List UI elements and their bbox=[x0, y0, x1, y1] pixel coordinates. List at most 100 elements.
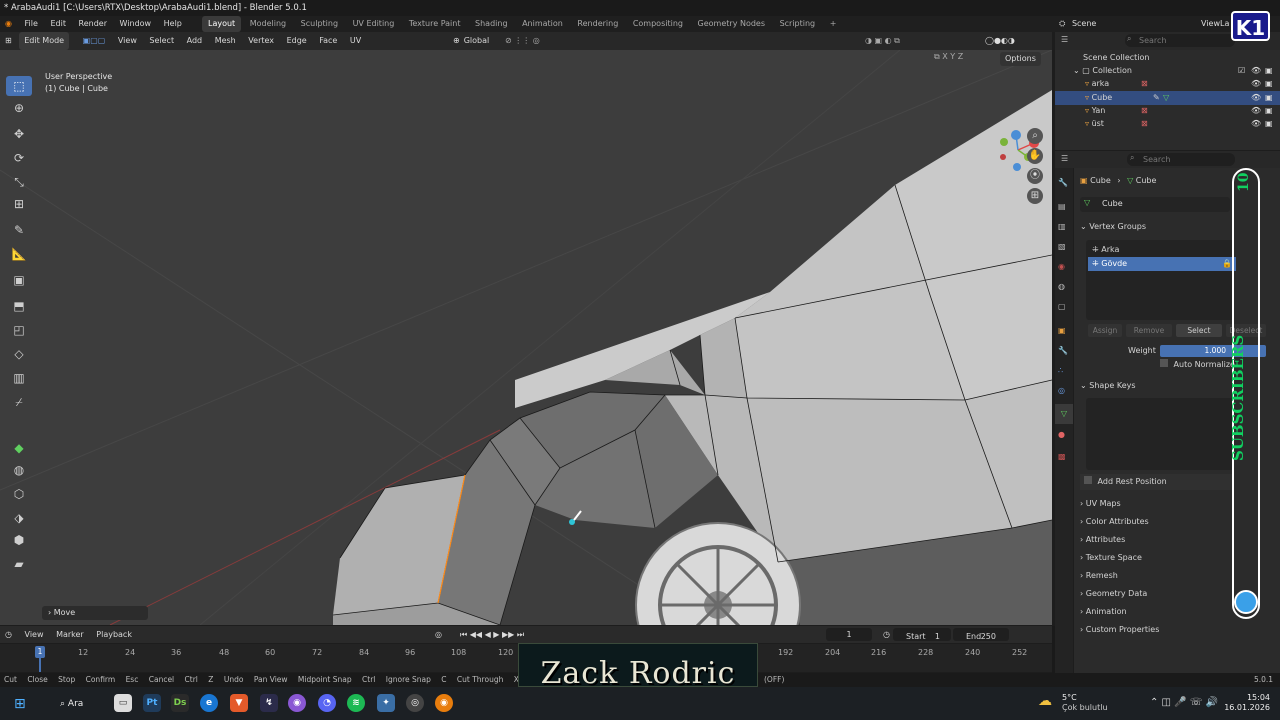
camera-render-icon[interactable]: ▣ bbox=[1265, 77, 1273, 91]
tab-layout[interactable]: Layout bbox=[201, 16, 242, 32]
view-layer-tab-icon[interactable]: ▧ bbox=[1058, 242, 1066, 251]
menu-mesh[interactable]: Mesh bbox=[210, 32, 241, 50]
transform-orientation[interactable]: ⊕ Global bbox=[446, 32, 496, 50]
shading-mode-icons[interactable]: ◯●◐◑ bbox=[980, 32, 1020, 50]
mode-selector[interactable]: Edit Mode bbox=[19, 32, 70, 50]
checkbox-icon[interactable]: ☑ bbox=[1238, 64, 1245, 78]
object-tab-icon[interactable]: ▣ bbox=[1058, 326, 1066, 335]
knife-icon[interactable]: ⌿ bbox=[6, 392, 32, 412]
physics-tab-icon[interactable]: ◎ bbox=[1058, 386, 1065, 395]
add-cube-icon[interactable]: ▣ bbox=[6, 270, 32, 290]
taskbar-search[interactable]: ⌕ Ara bbox=[60, 696, 83, 712]
panel-remesh[interactable]: › Remesh bbox=[1080, 568, 1118, 584]
select-button[interactable]: Select bbox=[1176, 324, 1222, 337]
axis-z[interactable]: Z bbox=[958, 52, 963, 61]
panel-attributes[interactable]: › Attributes bbox=[1080, 532, 1125, 548]
operator-panel[interactable]: › Move bbox=[42, 606, 148, 620]
ds-app-icon[interactable]: Ds bbox=[171, 694, 189, 712]
inset-icon[interactable]: ◰ bbox=[6, 320, 32, 340]
camera-render-icon[interactable]: ▣ bbox=[1265, 104, 1273, 118]
editor-type-icon[interactable]: ⊞ bbox=[0, 32, 17, 50]
eye-icon[interactable]: 👁 bbox=[1251, 64, 1261, 78]
panel-animation[interactable]: › Animation bbox=[1080, 604, 1127, 620]
pan-hand-icon[interactable]: ✋ bbox=[1027, 148, 1043, 164]
poly-build-icon[interactable]: ◆ bbox=[6, 438, 32, 458]
shear-icon[interactable]: ▰ bbox=[6, 554, 32, 574]
texture-tab-icon[interactable]: ▩ bbox=[1058, 452, 1066, 461]
particles-tab-icon[interactable]: ∴ bbox=[1058, 366, 1063, 375]
photoshop-icon[interactable]: Pt bbox=[143, 694, 161, 712]
vertex-group-item[interactable]: ⁜ Arka bbox=[1088, 243, 1234, 257]
tab-modeling[interactable]: Modeling bbox=[244, 16, 292, 32]
camera-render-icon[interactable]: ▣ bbox=[1265, 117, 1273, 131]
outliner-item-ust[interactable]: ▿ üst ⊠ 👁 ▣ bbox=[1085, 117, 1280, 131]
vertex-groups-header[interactable]: ⌄ Vertex Groups bbox=[1080, 219, 1146, 235]
eye-icon[interactable]: 👁 bbox=[1251, 77, 1261, 91]
mesh-data-tab-icon[interactable]: ▽ bbox=[1055, 404, 1073, 424]
clock-time[interactable]: 15:04 bbox=[1230, 693, 1270, 702]
add-workspace-button[interactable]: + bbox=[824, 16, 843, 32]
shape-keys-header[interactable]: ⌄ Shape Keys bbox=[1080, 378, 1136, 394]
collection-tab-icon[interactable]: ▢ bbox=[1058, 302, 1066, 311]
outliner-item-yan[interactable]: ▿ Yan ⊠ 👁 ▣ bbox=[1085, 104, 1280, 118]
collection-row[interactable]: ⌄ ▢ Collection ☑ 👁 ▣ bbox=[1073, 64, 1280, 78]
timeline-menu-marker[interactable]: Marker bbox=[51, 626, 89, 643]
weather-temp[interactable]: 5°C bbox=[1062, 693, 1077, 702]
axis-y[interactable]: Y bbox=[950, 52, 955, 61]
outliner-type-icon[interactable]: ☰ bbox=[1061, 35, 1068, 44]
camera-icon[interactable]: ⦿ bbox=[1027, 168, 1043, 184]
end-frame-field[interactable]: End 250 bbox=[953, 628, 1009, 641]
timeline-menu-playback[interactable]: Playback bbox=[91, 626, 137, 643]
snap-icon[interactable]: ⊘ ⋮⋮ ◎ bbox=[500, 32, 545, 50]
menu-help[interactable]: Help bbox=[159, 16, 187, 32]
mesh-canvas[interactable] bbox=[0, 50, 1052, 625]
menu-add[interactable]: Add bbox=[182, 32, 208, 50]
zoom-icon[interactable]: ⌕ bbox=[1027, 128, 1043, 144]
eye-icon[interactable]: 👁 bbox=[1251, 117, 1261, 131]
measure-icon[interactable]: 📐 bbox=[6, 244, 32, 264]
tab-texture-paint[interactable]: Texture Paint bbox=[403, 16, 467, 32]
blender-taskbar-icon[interactable]: ◉ bbox=[435, 694, 453, 712]
windows-start-icon[interactable]: ⊞ bbox=[14, 696, 30, 712]
properties-type-icon[interactable]: ☰ bbox=[1061, 154, 1068, 163]
eye-icon[interactable]: 👁 bbox=[1251, 91, 1261, 105]
axis-x[interactable]: X bbox=[942, 52, 947, 61]
panel-custom-properties[interactable]: › Custom Properties bbox=[1080, 622, 1159, 638]
tool-tab-icon[interactable]: 🔧 bbox=[1058, 178, 1068, 187]
spotify-icon[interactable]: ≋ bbox=[347, 694, 365, 712]
edge-slide-icon[interactable]: ⬗ bbox=[6, 508, 32, 528]
panel-geometry-data[interactable]: › Geometry Data bbox=[1080, 586, 1147, 602]
playhead[interactable]: 1 bbox=[35, 646, 45, 658]
keying-icon[interactable]: ◎ bbox=[430, 626, 447, 643]
scale-icon[interactable]: ⤡ bbox=[6, 172, 32, 192]
smooth-icon[interactable]: ⬡ bbox=[6, 484, 32, 504]
panel-texture-space[interactable]: › Texture Space bbox=[1080, 550, 1142, 566]
loop-cut-icon[interactable]: ▥ bbox=[6, 368, 32, 388]
remove-button[interactable]: Remove bbox=[1126, 324, 1172, 337]
app-icon[interactable]: ↯ bbox=[260, 694, 278, 712]
outliner-item-arka[interactable]: ▿ arka ⊠ 👁 ▣ bbox=[1085, 77, 1280, 91]
viewlayer-name[interactable]: ViewLa bbox=[1201, 16, 1229, 32]
properties-search[interactable]: Search bbox=[1127, 153, 1235, 166]
checkbox-icon[interactable] bbox=[1084, 476, 1092, 484]
camera-render-icon[interactable]: ▣ bbox=[1265, 91, 1273, 105]
spin-icon[interactable]: ◍ bbox=[6, 460, 32, 480]
annotate-icon[interactable]: ✎ bbox=[6, 220, 32, 240]
menu-window[interactable]: Window bbox=[115, 16, 157, 32]
auto-normalize-row[interactable]: Auto Normalize bbox=[1160, 358, 1235, 372]
mirror-axes[interactable]: ⧉ X Y Z bbox=[934, 52, 963, 62]
grid-icon[interactable]: ⊞ bbox=[1027, 188, 1043, 204]
menu-edit[interactable]: Edit bbox=[45, 16, 71, 32]
blender-logo-icon[interactable]: ◉ bbox=[0, 16, 17, 32]
clock-icon[interactable]: ◷ bbox=[0, 626, 17, 643]
menu-edge[interactable]: Edge bbox=[282, 32, 312, 50]
shrink-icon[interactable]: ⬢ bbox=[6, 530, 32, 550]
menu-view[interactable]: View bbox=[113, 32, 142, 50]
checkbox-icon[interactable] bbox=[1160, 359, 1168, 367]
start-frame-field[interactable]: Start 1 bbox=[893, 628, 951, 641]
camera-render-icon[interactable]: ▣ bbox=[1265, 64, 1273, 78]
mesh-name-field[interactable]: ▽ Cube bbox=[1080, 197, 1230, 212]
panel-color-attributes[interactable]: › Color Attributes bbox=[1080, 514, 1149, 530]
assign-button[interactable]: Assign bbox=[1088, 324, 1122, 337]
cursor-icon[interactable]: ⊕ bbox=[6, 98, 32, 118]
